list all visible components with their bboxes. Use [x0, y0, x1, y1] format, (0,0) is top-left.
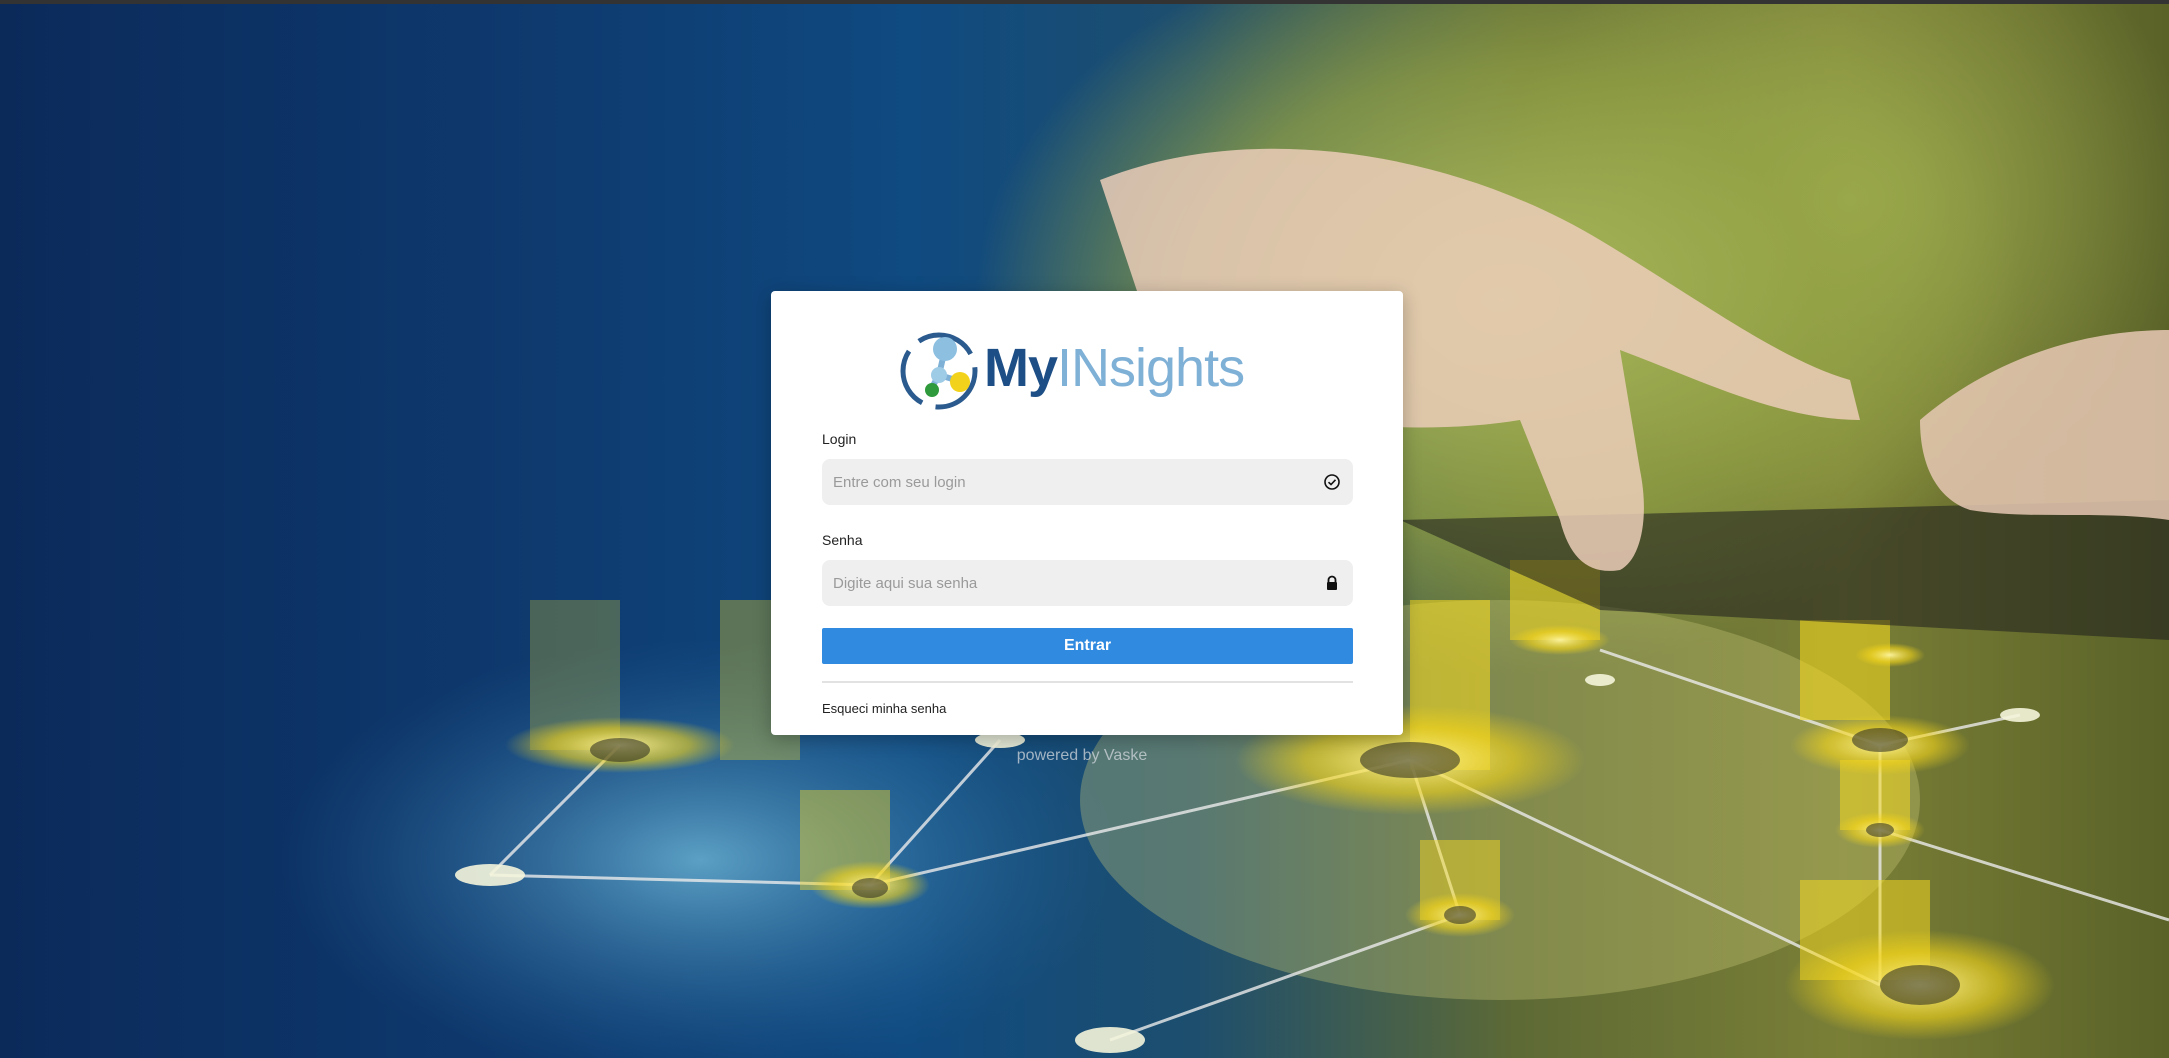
login-card: MyINsights Login Senha Entrar Esqueci mi…	[771, 291, 1403, 735]
logo: MyINsights	[899, 331, 1279, 411]
logo-wordmark: MyINsights	[984, 338, 1245, 398]
login-input[interactable]	[833, 459, 1313, 505]
powered-by-footer: powered by Vaske	[0, 747, 2169, 765]
check-circle-icon	[1324, 474, 1340, 490]
top-border	[0, 0, 2169, 4]
divider	[822, 681, 1353, 683]
submit-button[interactable]: Entrar	[822, 628, 1353, 664]
network-nodes-icon	[900, 332, 978, 410]
logo-my: My	[984, 338, 1058, 398]
lock-icon	[1327, 575, 1337, 590]
password-field[interactable]	[822, 560, 1353, 606]
password-input[interactable]	[833, 560, 1313, 606]
powered-by-text: powered by Vaske	[1016, 747, 1148, 764]
password-label: Senha	[822, 532, 863, 548]
logo-insights: INsights	[1057, 338, 1245, 398]
login-field[interactable]	[822, 459, 1353, 505]
forgot-password-link[interactable]: Esqueci minha senha	[822, 701, 946, 716]
login-label: Login	[822, 431, 857, 447]
